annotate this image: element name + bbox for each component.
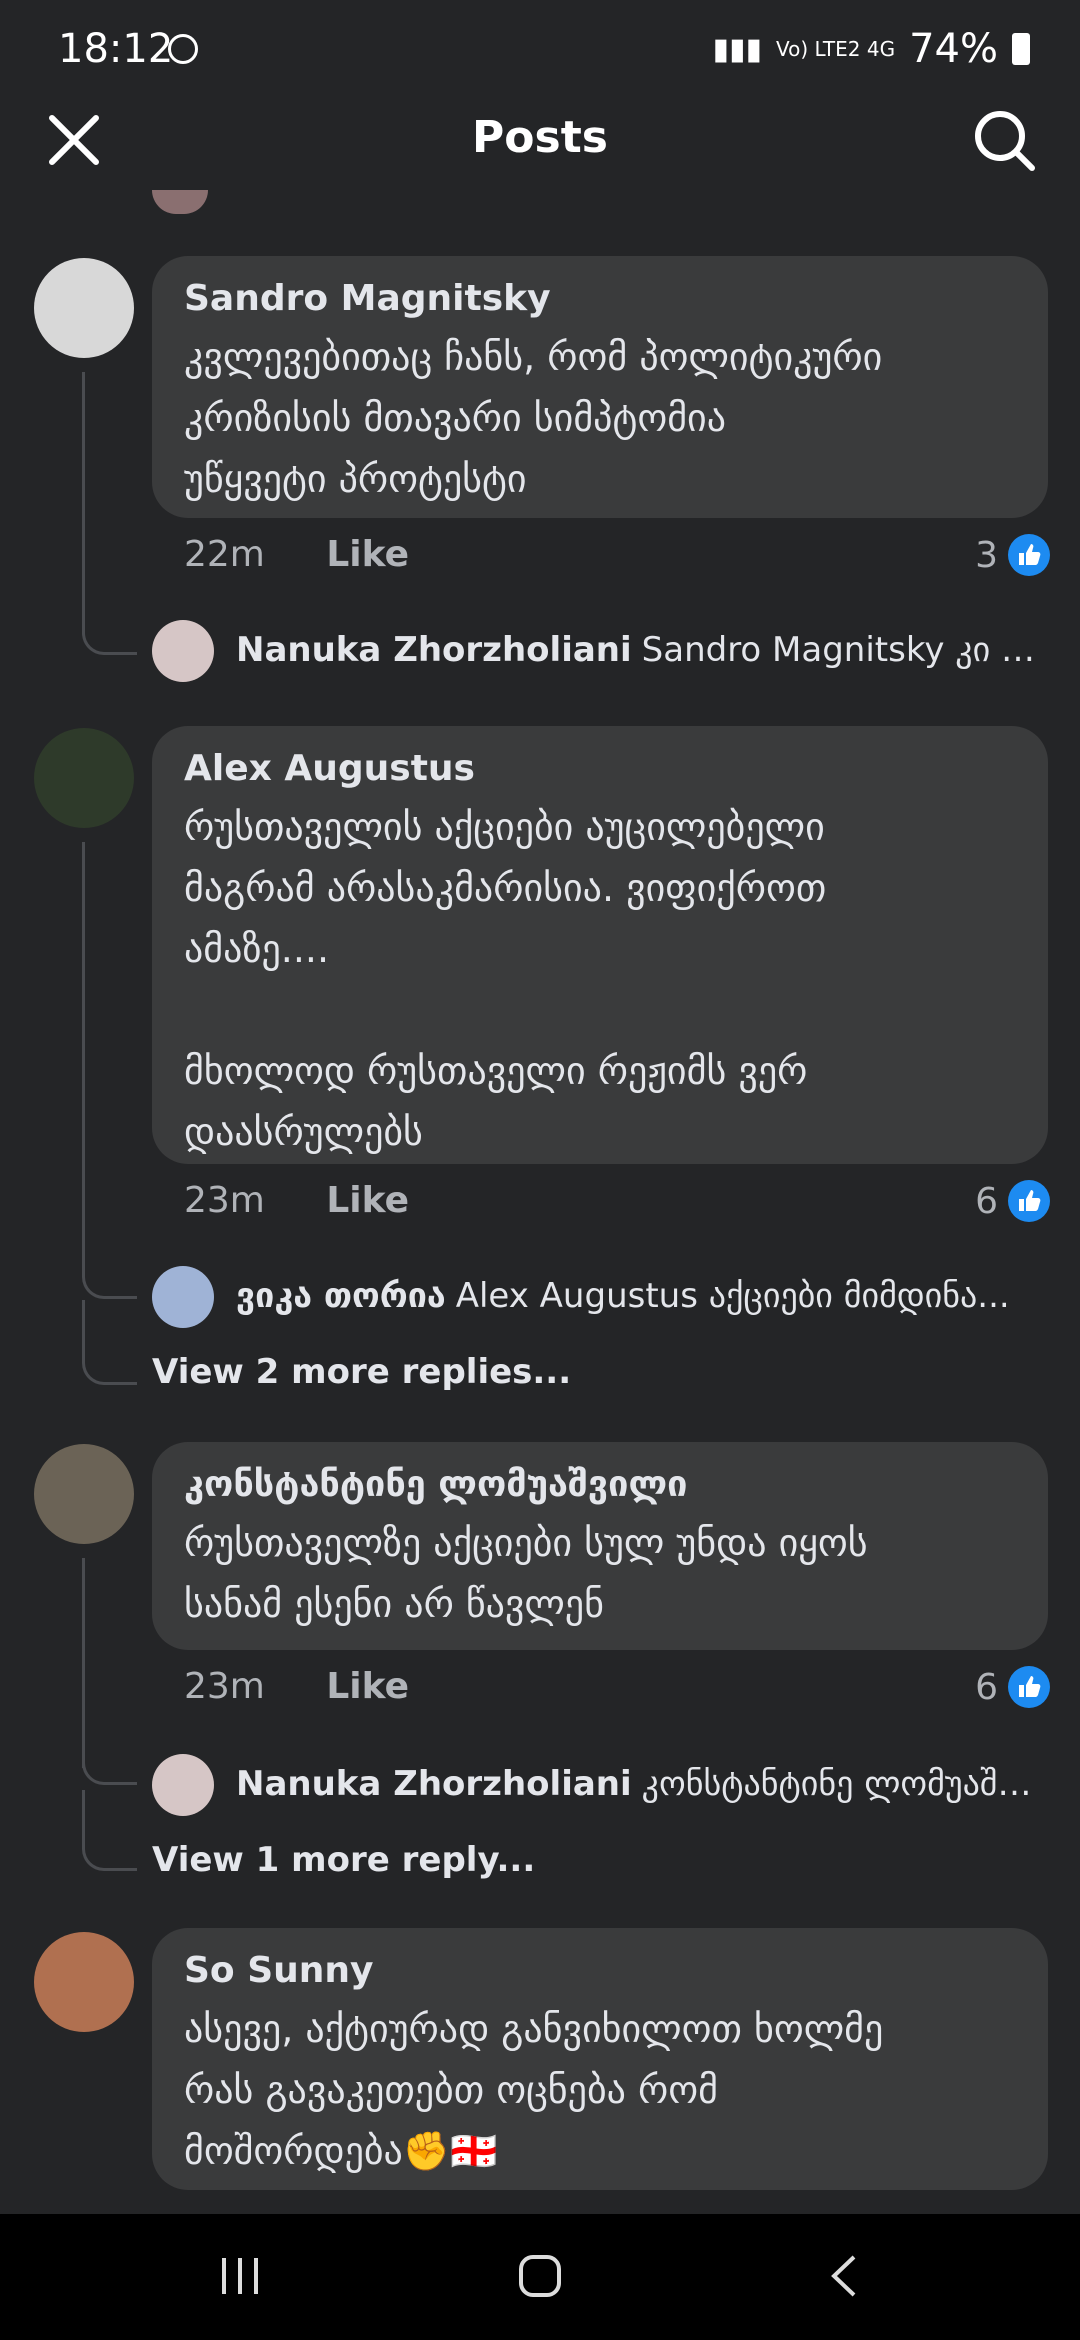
home-button[interactable] <box>518 2254 562 2298</box>
search-icon <box>975 111 1035 171</box>
partial-avatar <box>152 190 208 214</box>
comment-author[interactable]: Sandro Magnitsky <box>184 278 1016 319</box>
back-button[interactable] <box>828 2254 858 2298</box>
comment-meta: 23m Like <box>184 1666 409 1707</box>
comment-meta: 22m Like <box>184 534 409 575</box>
thread-elbow <box>82 572 137 655</box>
battery-icon <box>1012 33 1030 65</box>
comment-author[interactable]: Alex Augustus <box>184 748 1016 789</box>
comment-bubble[interactable]: კონსტანტინე ლომუაშვილი რუსთაველზე აქციებ… <box>152 1442 1048 1650</box>
reaction-count[interactable]: 3 <box>975 534 1050 576</box>
home-icon <box>519 2255 561 2297</box>
like-thumb-icon <box>1008 534 1050 576</box>
status-right: ▮▮▮ Vo) LTE2 4G 74% <box>712 26 1030 72</box>
reply-text: კონსტანტინე ლომუაშვ... <box>641 1764 1046 1804</box>
back-icon <box>831 2255 856 2297</box>
comment-text: რუსთაველზე აქციები სულ უნდა იყოს სანამ ე… <box>184 1521 868 1626</box>
reply-author[interactable]: ვიკა თორია <box>236 1276 446 1316</box>
comment-bubble[interactable]: Sandro Magnitsky კვლევებითაც ჩანს, რომ პ… <box>152 256 1048 518</box>
comment-text: ასევე, აქტიურად განვიხილოთ ხოლმე რას გავ… <box>184 2007 884 2173</box>
reaction-count[interactable]: 6 <box>975 1666 1050 1708</box>
comment-text: კვლევებითაც ჩანს, რომ პოლიტიკური კრიზისი… <box>184 335 883 501</box>
reaction-number: 6 <box>975 1180 998 1222</box>
comment-bubble[interactable]: So Sunny ასევე, აქტიურად განვიხილოთ ხოლმ… <box>152 1928 1048 2190</box>
view-more-replies[interactable]: View 1 more reply... <box>152 1840 535 1880</box>
thread-elbow <box>82 1730 137 1785</box>
comment-author[interactable]: კონსტანტინე ლომუაშვილი <box>184 1464 1016 1505</box>
system-nav-bar <box>0 2214 1080 2340</box>
like-thumb-icon <box>1008 1666 1050 1708</box>
battery-percent: 74% <box>909 26 998 72</box>
network-label: Vo) LTE2 4G <box>776 37 896 61</box>
page-title: Posts <box>472 112 608 163</box>
like-button[interactable]: Like <box>326 534 409 575</box>
like-thumb-icon <box>1008 1180 1050 1222</box>
thread-elbow <box>82 1240 137 1299</box>
comment-text: რუსთაველის აქციები აუცილებელი მაგრამ არა… <box>184 805 827 1154</box>
view-more-replies[interactable]: View 2 more replies... <box>152 1352 571 1392</box>
comment-time: 23m <box>184 1666 265 1707</box>
reaction-count[interactable]: 6 <box>975 1180 1050 1222</box>
reply-author[interactable]: Nanuka Zhorzholiani <box>236 1764 632 1804</box>
recent-apps-icon <box>222 2258 258 2294</box>
status-time: 18:12 <box>58 26 174 72</box>
reply-preview[interactable]: Nanuka Zhorzholiani კონსტანტინე ლომუაშვ..… <box>236 1764 1046 1804</box>
comment-meta: 23m Like <box>184 1180 409 1221</box>
timer-icon <box>168 34 198 64</box>
recent-apps-button[interactable] <box>218 2256 262 2296</box>
avatar[interactable] <box>34 1444 134 1544</box>
reaction-number: 6 <box>975 1666 998 1708</box>
reply-preview[interactable]: Nanuka Zhorzholiani Sandro Magnitsky კი დ… <box>236 630 1046 670</box>
status-bar: 18:12 ▮▮▮ Vo) LTE2 4G 74% <box>0 0 1080 100</box>
comment-bubble[interactable]: Alex Augustus რუსთაველის აქციები აუცილებ… <box>152 726 1048 1164</box>
reply-avatar[interactable] <box>152 1754 214 1816</box>
comment-author[interactable]: So Sunny <box>184 1950 1016 1991</box>
reply-preview[interactable]: ვიკა თორია Alex Augustus აქციები მიმდინა.… <box>236 1276 1046 1316</box>
reply-text: Alex Augustus აქციები მიმდინა... <box>455 1276 1010 1316</box>
like-button[interactable]: Like <box>326 1180 409 1221</box>
reply-avatar[interactable] <box>152 1266 214 1328</box>
reaction-number: 3 <box>975 534 998 576</box>
thread-elbow <box>82 1300 137 1385</box>
like-button[interactable]: Like <box>326 1666 409 1707</box>
search-button[interactable] <box>972 108 1036 172</box>
avatar[interactable] <box>34 258 134 358</box>
avatar[interactable] <box>34 728 134 828</box>
signal-icon: ▮▮▮ <box>712 31 763 67</box>
comment-time: 23m <box>184 1180 265 1221</box>
thread-line <box>82 842 85 1242</box>
reply-avatar[interactable] <box>152 620 214 682</box>
reply-text: Sandro Magnitsky კი და მე... <box>641 630 1046 670</box>
avatar[interactable] <box>34 1932 134 2032</box>
thread-elbow <box>82 1790 137 1871</box>
reply-author[interactable]: Nanuka Zhorzholiani <box>236 630 632 670</box>
comment-time: 22m <box>184 534 265 575</box>
